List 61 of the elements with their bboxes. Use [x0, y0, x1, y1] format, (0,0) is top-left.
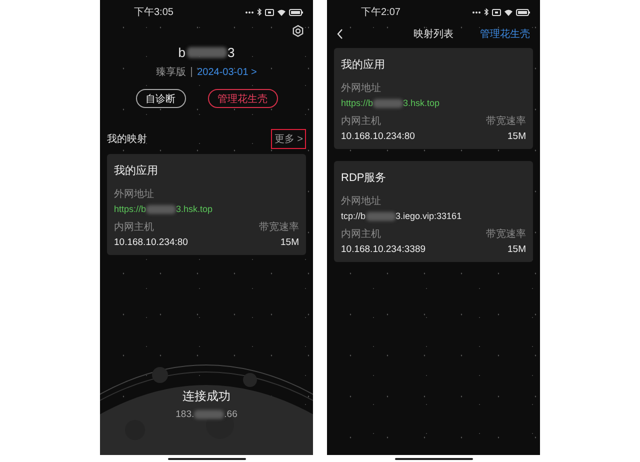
host-value: 10.168.10.234:3389: [341, 244, 426, 255]
sim-icon: [265, 8, 274, 16]
field-label: 内网主机: [341, 114, 381, 128]
dots-icon: [245, 10, 254, 14]
mapping-card[interactable]: 我的应用 外网地址 https://b 3.hsk.top 内网主机 带宽速率 10.168.10.234:80 15M: [107, 154, 306, 255]
mapping-name: RDP服务: [341, 171, 388, 185]
page-title: 映射列表: [414, 28, 454, 41]
field-label: 外网地址: [341, 194, 382, 208]
field-label: 带宽速率: [259, 220, 299, 234]
action-button[interactable]: 管理花生壳: [208, 89, 278, 108]
address-text: 3.iego.vip:33161: [396, 211, 462, 221]
sim-icon: [492, 8, 501, 16]
url-link[interactable]: 3.hsk.top: [403, 98, 440, 108]
url-link[interactable]: https://b: [341, 98, 374, 108]
ip-address: 183.: [176, 409, 194, 420]
bluetooth-icon: [484, 8, 489, 16]
redacted-blur: [194, 410, 224, 419]
field-label: 内网主机: [341, 228, 381, 241]
dots-icon: [472, 10, 481, 14]
url-link[interactable]: 3.hsk.top: [176, 204, 213, 214]
action-button[interactable]: 自诊断: [136, 89, 186, 108]
home-indicator[interactable]: [394, 458, 472, 460]
field-label: 带宽速率: [486, 114, 526, 128]
url-link[interactable]: https://b: [114, 204, 146, 214]
redacted-blur: [186, 47, 226, 58]
host-value: 10.168.10.234:80: [341, 131, 415, 142]
redacted-blur: [373, 98, 404, 108]
field-label: 外网地址: [341, 82, 382, 95]
battery-icon: [289, 8, 303, 16]
mapping-card[interactable]: RDP服务 外网地址 tcp://b 3.iego.vip:33161 内网主机 带宽速率 10.168.10.234:3389 15M: [334, 161, 533, 262]
more-link[interactable]: 更多 >: [271, 129, 306, 149]
redacted-blur: [366, 212, 396, 220]
section-title: 我的映射: [107, 132, 147, 146]
status-time: 下午3:05: [134, 6, 174, 19]
manage-link[interactable]: 管理花生壳: [480, 27, 530, 41]
expiry-link[interactable]: 2024-03-01 >: [197, 66, 257, 78]
mapping-name: 我的应用: [114, 164, 159, 178]
status-time: 下午2:07: [361, 6, 400, 19]
ip-address: .66: [224, 409, 238, 420]
bandwidth-value: 15M: [508, 131, 526, 142]
address-text: tcp://b: [341, 211, 366, 221]
host-value: 10.168.10.234:80: [114, 237, 188, 248]
bandwidth-value: 15M: [280, 237, 299, 248]
home-indicator[interactable]: [168, 458, 246, 460]
plan-label: 臻享版: [156, 66, 186, 79]
connection-status: 连接成功: [182, 388, 230, 405]
mapping-card[interactable]: 我的应用 外网地址 https://b 3.hsk.top 内网主机 带宽速率 10.168.10.234:80 15M: [334, 48, 533, 149]
bandwidth-value: 15M: [508, 244, 526, 255]
battery-icon: [516, 8, 530, 16]
field-label: 内网主机: [114, 220, 154, 234]
field-label: 外网地址: [114, 188, 155, 201]
bluetooth-icon: [257, 8, 262, 16]
redacted-blur: [146, 204, 176, 214]
back-icon[interactable]: [337, 29, 343, 39]
mapping-name: 我的应用: [341, 58, 386, 72]
settings-icon[interactable]: [292, 25, 304, 37]
wifi-icon: [504, 8, 513, 16]
wifi-icon: [277, 8, 286, 16]
account-name: 3: [228, 45, 235, 60]
account-name: b: [178, 45, 186, 60]
field-label: 带宽速率: [486, 228, 526, 241]
